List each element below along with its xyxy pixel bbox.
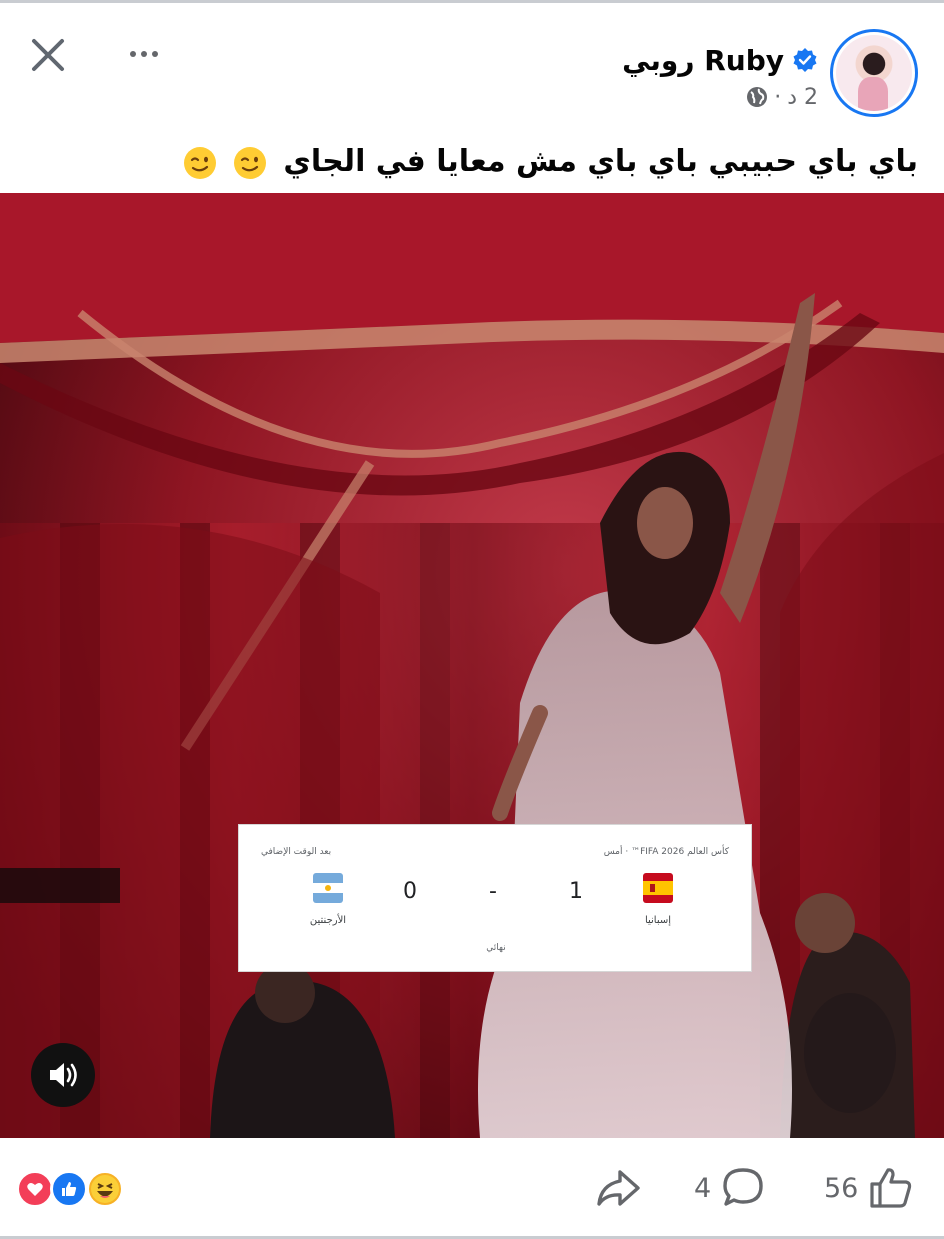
- post-header: روبي Ruby · 2 د: [0, 3, 944, 123]
- caption-text: باي باي حبيبي باي باي مش معايا في الجاي: [283, 144, 918, 179]
- scorecard-overlay: كأس العالم FIFA 2026™ · أمس بعد الوقت ال…: [238, 824, 752, 972]
- reactions-summary[interactable]: [16, 1170, 128, 1208]
- scorecard-period-note: بعد الوقت الإضافي: [261, 847, 332, 857]
- meta-separator: ·: [774, 84, 782, 110]
- argentina-flag-icon: [313, 873, 343, 903]
- team-argentina-name: الأرجنتين: [309, 915, 347, 926]
- speaker-icon: [50, 1063, 77, 1087]
- like-reaction-icon: [50, 1170, 88, 1208]
- globe-icon: [747, 87, 768, 107]
- video-frame: [0, 193, 944, 1138]
- sound-toggle-button[interactable]: [31, 1043, 95, 1107]
- wink-emoji-icon: [183, 146, 216, 179]
- more-dot: [152, 51, 158, 57]
- scorecard-competition: كأس العالم FIFA 2026™ · أمس: [603, 847, 729, 857]
- spain-flag-icon: [643, 873, 673, 903]
- verified-badge-icon: [793, 48, 817, 72]
- avatar-image: [836, 35, 912, 111]
- post-caption: باي باي حبيبي باي باي مش معايا في الجاي: [26, 140, 918, 184]
- post-meta: · 2 د: [746, 83, 818, 111]
- score-argentina: 0: [403, 879, 417, 904]
- score-dash: -: [489, 879, 497, 904]
- share-icon: [597, 1170, 640, 1206]
- like-button[interactable]: 56: [824, 1166, 914, 1210]
- likes-count: 56: [824, 1172, 859, 1204]
- team-spain-name: إسبانيا: [644, 915, 672, 926]
- comment-icon: [723, 1168, 763, 1206]
- wink-emoji-icon: [233, 146, 266, 179]
- author-avatar[interactable]: [830, 29, 918, 117]
- close-icon: [32, 39, 64, 71]
- author-name[interactable]: روبي Ruby: [622, 44, 784, 77]
- like-icon: [870, 1168, 912, 1208]
- more-dot: [141, 51, 147, 57]
- comment-button[interactable]: 4: [694, 1166, 765, 1210]
- score-spain: 1: [569, 879, 583, 904]
- haha-reaction-icon: [86, 1170, 124, 1208]
- close-button[interactable]: [28, 35, 68, 75]
- love-reaction-icon: [16, 1170, 54, 1208]
- author-row: روبي Ruby: [622, 41, 818, 79]
- comments-count: 4: [694, 1172, 712, 1204]
- post-footer: 4 56: [0, 1138, 944, 1239]
- more-options-button[interactable]: [122, 39, 166, 69]
- more-options-icon: [130, 51, 136, 57]
- post-time[interactable]: 2 د: [787, 85, 818, 110]
- match-status: نهائي: [486, 943, 506, 953]
- share-button[interactable]: [594, 1166, 644, 1210]
- post-video[interactable]: كأس العالم FIFA 2026™ · أمس بعد الوقت ال…: [0, 193, 944, 1138]
